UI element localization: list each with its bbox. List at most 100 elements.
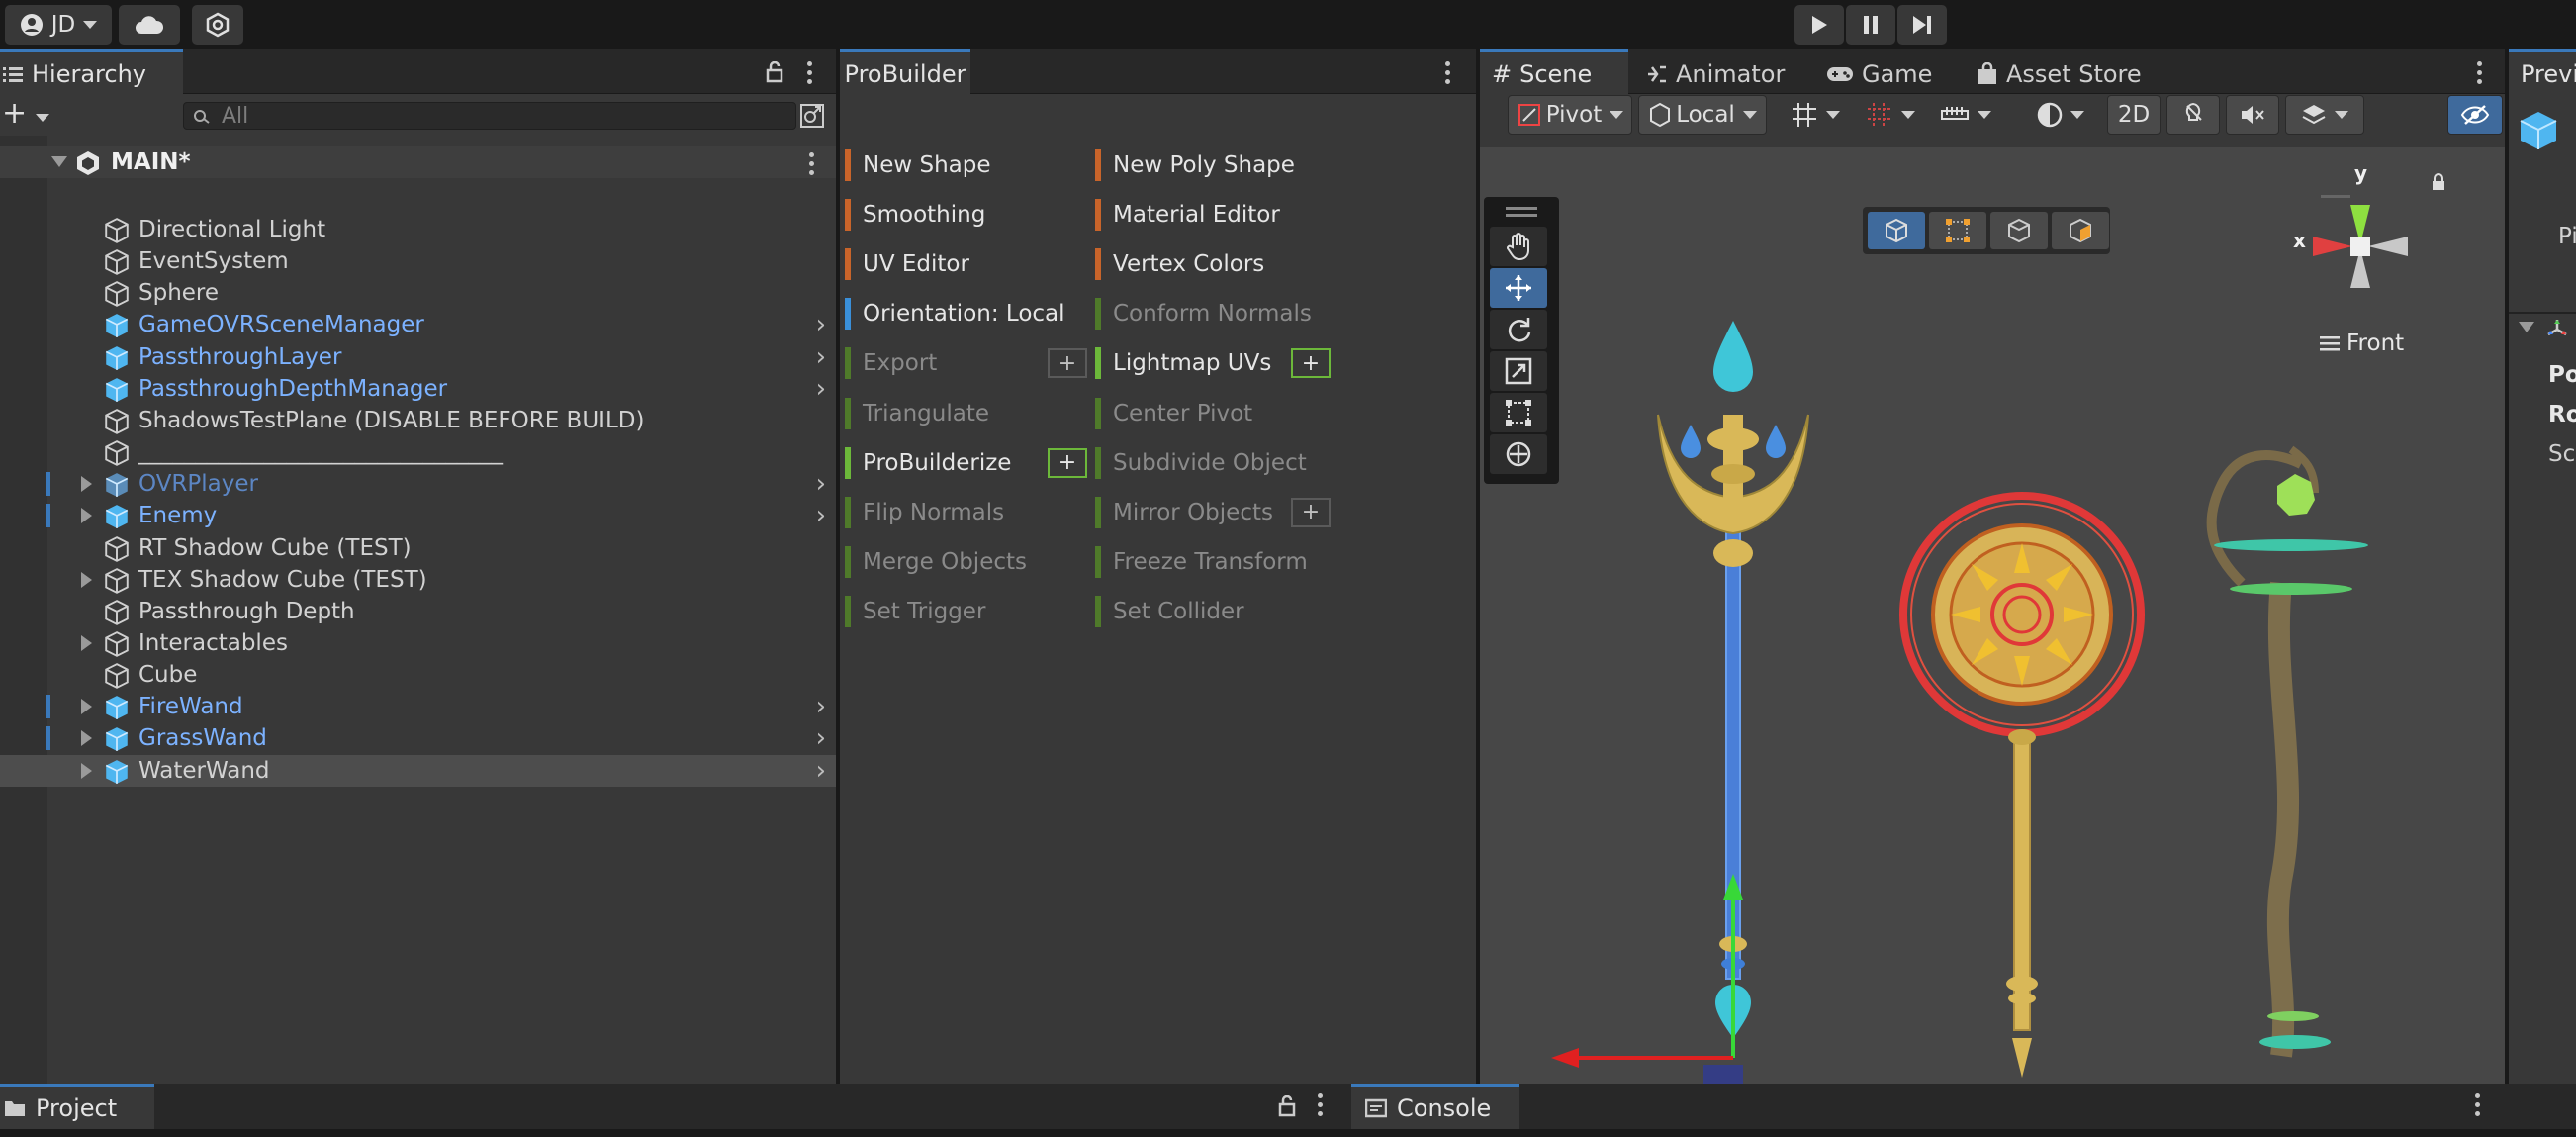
hierarchy-item[interactable]: Cube (0, 659, 836, 691)
hierarchy-item[interactable]: Interactables (0, 627, 836, 659)
tab-hierarchy[interactable]: Hierarchy (0, 49, 183, 95)
tab-console[interactable]: Console (1351, 1084, 1519, 1129)
probuilder-action-button[interactable]: New Poly Shape (1095, 145, 1333, 185)
edge-mode-button[interactable] (1990, 212, 2048, 249)
tab-asset-store[interactable]: Asset Store (1977, 49, 2174, 95)
hierarchy-item[interactable]: FireWand › (0, 691, 836, 722)
options-plus-button[interactable]: + (1291, 348, 1331, 379)
options-plus-button[interactable]: + (1048, 348, 1087, 379)
hierarchy-item[interactable]: ________________________________ (0, 436, 836, 468)
add-dropdown-icon[interactable] (36, 114, 49, 122)
transform-tool-button[interactable] (1490, 434, 1547, 474)
hierarchy-item[interactable]: OVRPlayer › (0, 468, 836, 500)
hierarchy-item[interactable]: PassthroughDepthManager › (0, 373, 836, 405)
transform-foldout-icon[interactable] (2519, 322, 2534, 332)
cloud-button[interactable] (119, 5, 180, 45)
probuilder-action-button[interactable]: Flip Normals (845, 493, 1082, 532)
toggle-2d-button[interactable]: 2D (2107, 95, 2161, 135)
probuilder-action-button[interactable]: ProBuilderize (845, 443, 1082, 483)
fire-wand[interactable] (1899, 492, 2145, 1078)
lock-icon[interactable] (766, 61, 783, 83)
effects-dropdown[interactable] (2285, 95, 2364, 135)
options-plus-button[interactable]: + (1048, 447, 1087, 478)
grid-snap-button[interactable] (1781, 95, 1850, 135)
probuilder-action-button[interactable]: Export (845, 343, 1082, 383)
probuilder-action-button[interactable]: Freeze Transform (1095, 542, 1333, 582)
probuilder-action-button[interactable]: Orientation: Local (845, 294, 1082, 333)
shading-mode-button[interactable] (2024, 95, 2097, 135)
tab-game[interactable]: Game (1826, 49, 1975, 95)
hierarchy-search-input[interactable]: All (183, 102, 796, 130)
hierarchy-item[interactable]: RT Shadow Cube (TEST) (0, 532, 836, 564)
scene-tab-menu-icon[interactable] (2477, 61, 2483, 88)
tab-probuilder[interactable]: ProBuilder (840, 49, 970, 95)
scene-viewport[interactable]: y x Front (1480, 147, 2505, 1100)
tab-scene[interactable]: # Scene (1480, 49, 1628, 95)
chevron-right-icon[interactable]: › (816, 342, 826, 372)
console-menu-icon[interactable] (2475, 1093, 2481, 1120)
rotate-tool-button[interactable] (1490, 310, 1547, 349)
probuilder-action-button[interactable]: Vertex Colors (1095, 244, 1333, 284)
object-mode-button[interactable] (1868, 212, 1925, 249)
chevron-right-icon[interactable]: › (816, 723, 826, 753)
account-button[interactable]: JD (5, 5, 112, 45)
tab-project[interactable]: Project (0, 1084, 154, 1129)
chevron-right-icon[interactable]: › (816, 501, 826, 530)
face-mode-button[interactable] (2052, 212, 2109, 249)
tab-preview[interactable]: Previ (2509, 49, 2576, 95)
probuilder-action-button[interactable]: UV Editor (845, 244, 1082, 284)
probuilder-action-button[interactable]: Set Trigger (845, 592, 1082, 631)
probuilder-action-button[interactable]: Smoothing (845, 195, 1082, 235)
hierarchy-item[interactable]: GrassWand › (0, 722, 836, 754)
project-lock-icon[interactable] (1278, 1095, 1296, 1117)
increment-snap-button[interactable] (1856, 95, 1925, 135)
lighting-toggle-button[interactable] (2166, 95, 2220, 135)
probuilder-action-button[interactable]: Triangulate (845, 394, 1082, 433)
scene-visibility-button[interactable] (2447, 95, 2503, 135)
expand-arrow-icon[interactable] (81, 476, 92, 493)
view-label[interactable]: Front (2319, 331, 2404, 356)
chevron-right-icon[interactable]: › (816, 310, 826, 339)
chevron-right-icon[interactable]: › (816, 756, 826, 786)
hierarchy-item[interactable]: Sphere (0, 277, 836, 309)
probuilder-action-button[interactable]: Merge Objects (845, 542, 1082, 582)
probuilder-menu-icon[interactable] (1445, 61, 1451, 88)
services-button[interactable] (192, 5, 243, 45)
hierarchy-item[interactable]: PassthroughLayer › (0, 341, 836, 373)
hierarchy-menu-icon[interactable] (807, 61, 813, 88)
audio-toggle-button[interactable] (2226, 95, 2279, 135)
hierarchy-item[interactable]: Passthrough Depth (0, 596, 836, 627)
scene-header-row[interactable]: MAIN* (0, 146, 836, 178)
hierarchy-item[interactable]: WaterWand › (0, 754, 836, 787)
expand-arrow-icon[interactable] (81, 571, 92, 588)
hierarchy-item[interactable]: GameOVRSceneManager › (0, 309, 836, 340)
scale-tool-button[interactable] (1490, 351, 1547, 391)
ruler-button[interactable] (1931, 95, 2000, 135)
project-menu-icon[interactable] (1318, 1093, 1324, 1120)
move-tool-button[interactable] (1490, 268, 1547, 308)
add-button[interactable]: + (2, 99, 27, 129)
expand-arrow-icon[interactable] (81, 730, 92, 747)
chevron-right-icon[interactable]: › (816, 374, 826, 404)
expand-arrow-icon[interactable] (81, 508, 92, 524)
chevron-right-icon[interactable]: › (816, 469, 826, 499)
pause-button[interactable] (1846, 5, 1895, 45)
probuilder-action-button[interactable]: Subdivide Object (1095, 443, 1333, 483)
local-dropdown[interactable]: Local (1638, 95, 1767, 135)
probuilder-action-button[interactable]: Material Editor (1095, 195, 1333, 235)
probuilder-action-button[interactable]: New Shape (845, 145, 1082, 185)
options-plus-button[interactable]: + (1291, 497, 1331, 527)
gizmo-lock-icon[interactable] (2432, 173, 2445, 191)
grass-wand[interactable] (2206, 445, 2368, 1058)
chevron-right-icon[interactable]: › (816, 692, 826, 721)
scene-menu-icon[interactable] (809, 152, 815, 179)
palette-handle[interactable] (1506, 207, 1537, 210)
scene-foldout-icon[interactable] (51, 156, 67, 167)
vertex-mode-button[interactable] (1929, 212, 1986, 249)
probuilder-action-button[interactable]: Conform Normals (1095, 294, 1333, 333)
hierarchy-item[interactable]: TEX Shadow Cube (TEST) (0, 564, 836, 596)
hierarchy-item[interactable]: EventSystem (0, 245, 836, 277)
hierarchy-item[interactable]: ShadowsTestPlane (DISABLE BEFORE BUILD) (0, 405, 836, 436)
expand-arrow-icon[interactable] (81, 634, 92, 651)
expand-arrow-icon[interactable] (81, 762, 92, 779)
